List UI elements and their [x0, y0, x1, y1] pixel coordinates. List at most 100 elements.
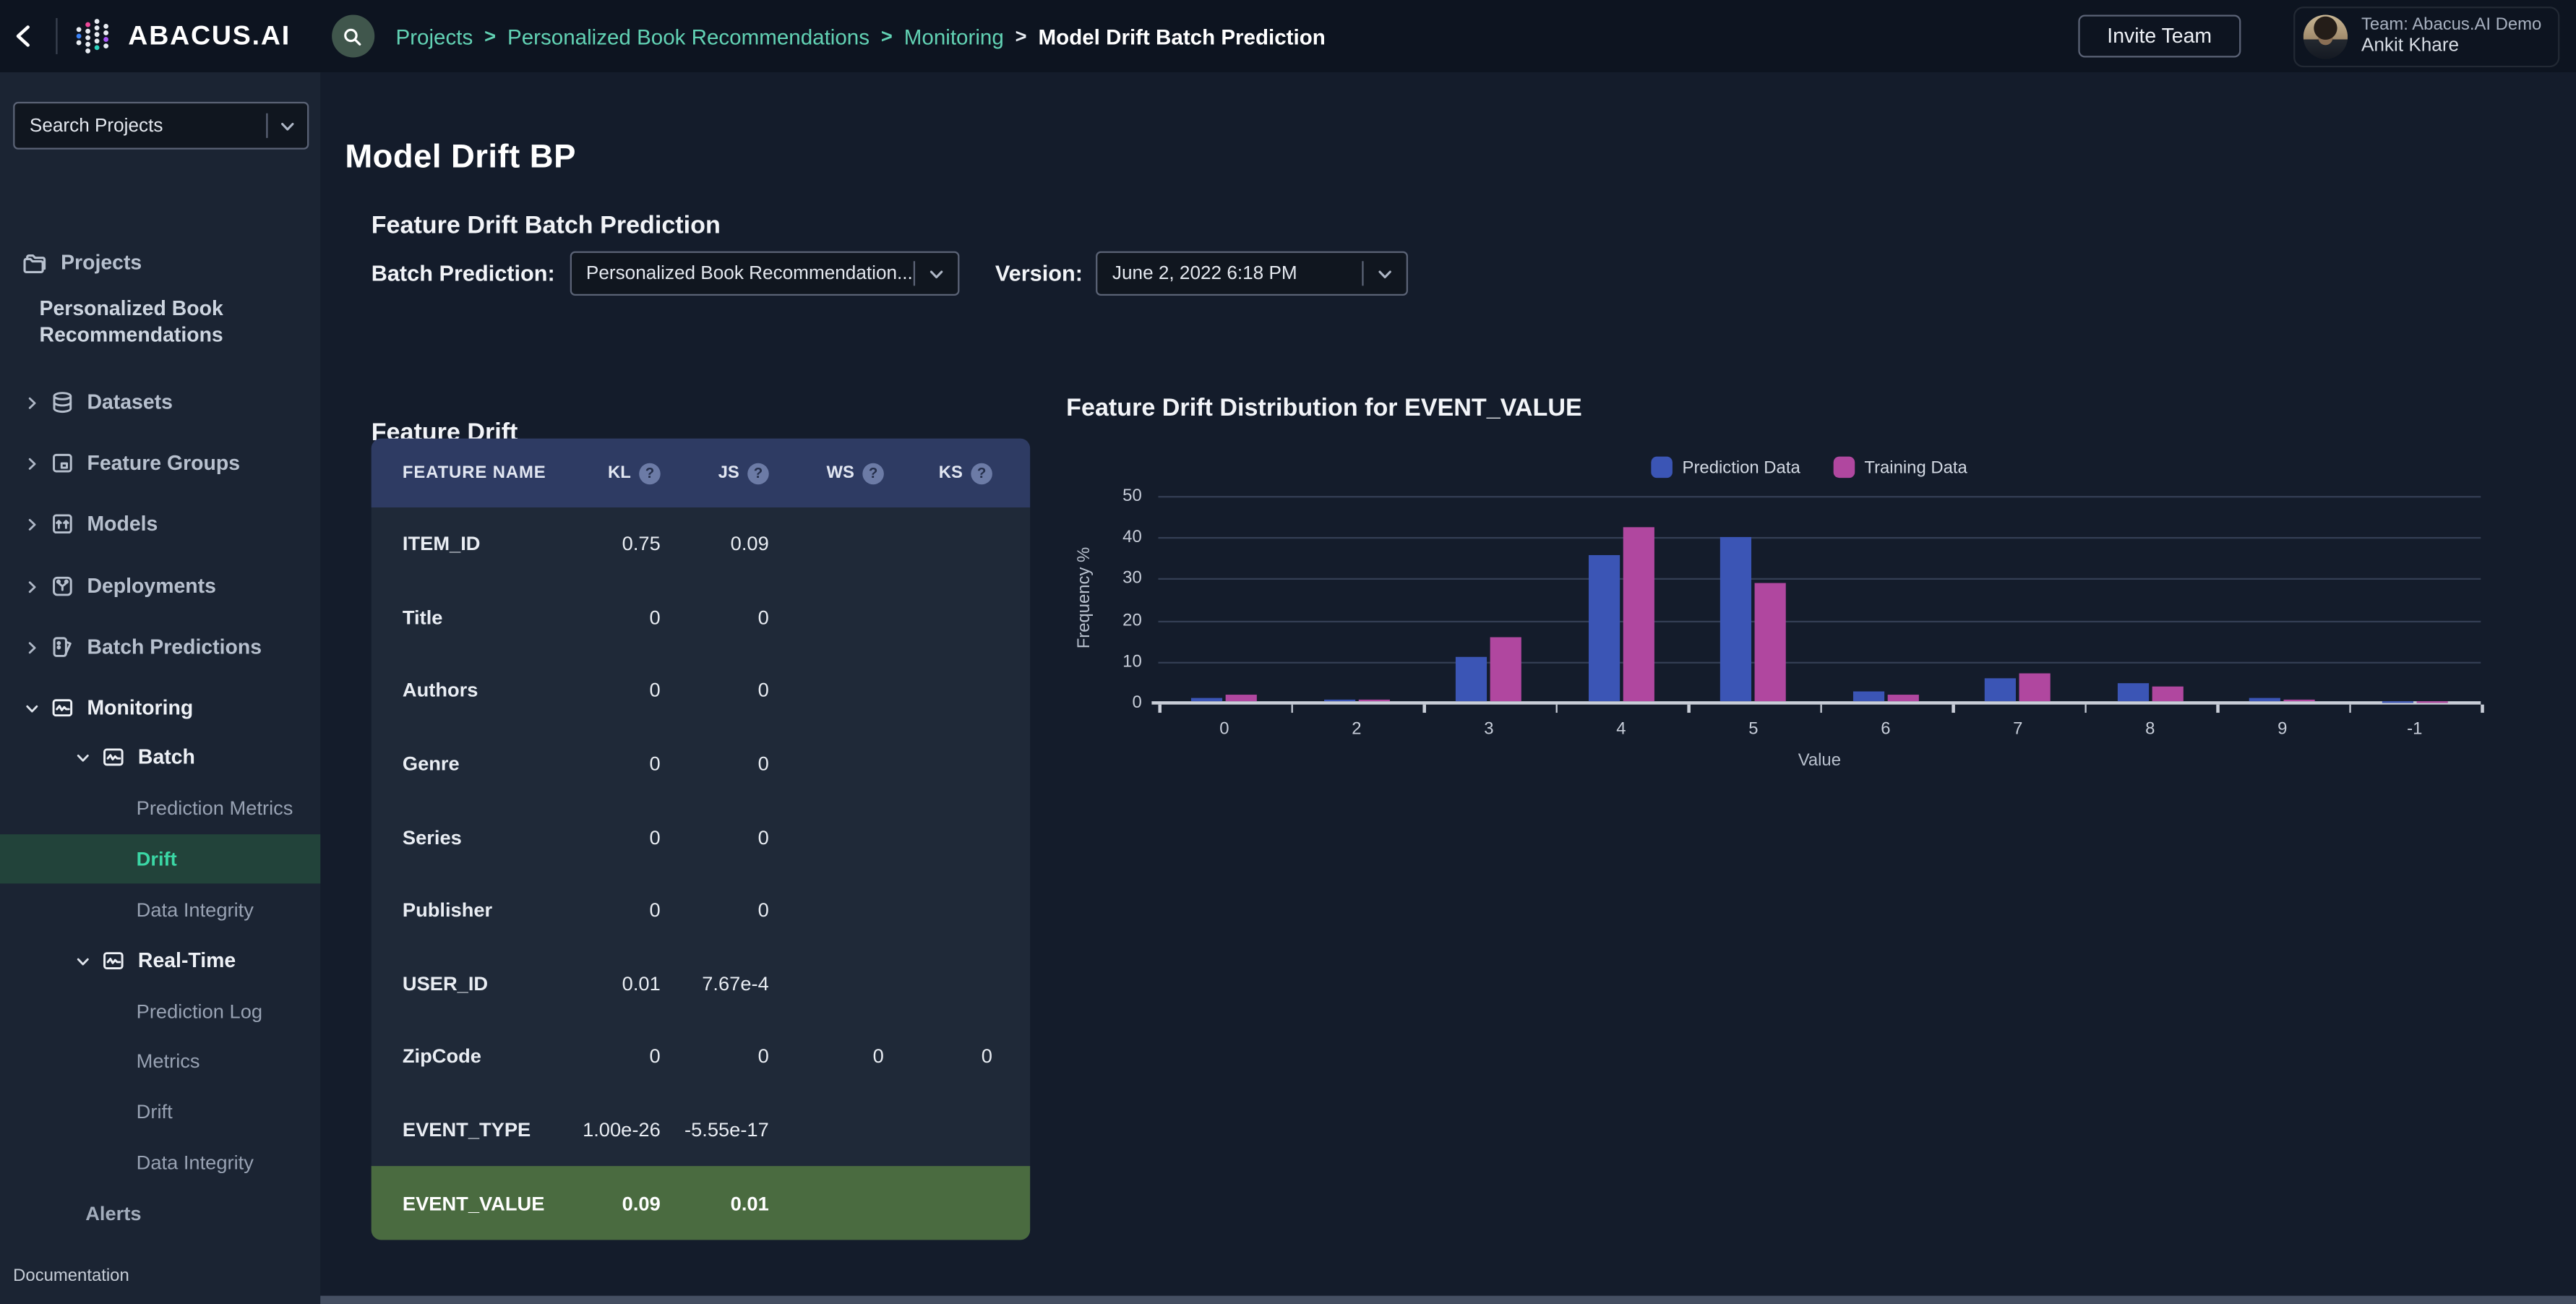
help-icon[interactable]: ?: [862, 463, 884, 484]
sidebar-item-batch-predictions[interactable]: Batch Predictions: [0, 622, 320, 672]
feature-drift-row-genre[interactable]: Genre00: [372, 727, 1030, 800]
sidebar-item-data-integrity[interactable]: Data Integrity: [0, 1138, 320, 1187]
bar-prediction-data-4: [1588, 554, 1619, 701]
back-icon[interactable]: [0, 22, 49, 51]
avatar: [2304, 14, 2348, 58]
bar-prediction-data-6: [1852, 692, 1884, 702]
search-icon[interactable]: [332, 14, 374, 57]
feature-drift-row-publisher[interactable]: Publisher00: [372, 874, 1030, 947]
chevron-down-icon[interactable]: [74, 952, 92, 970]
sidebar-item-batch[interactable]: Batch: [0, 732, 320, 781]
help-icon[interactable]: ?: [747, 463, 769, 484]
header-right: Invite Team Team: Abacus.AI Demo Ankit K…: [2077, 6, 2559, 67]
feature-drift-row-zipcode[interactable]: ZipCode0000: [372, 1020, 1030, 1093]
feature-drift-chart: Feature Drift Distribution for EVENT_VAL…: [1066, 394, 2496, 797]
bar-prediction-data-3: [1456, 657, 1487, 701]
chevron-right-icon[interactable]: [23, 515, 41, 533]
breadcrumb-item-projects[interactable]: Projects: [396, 24, 473, 48]
js-value: 0: [661, 825, 769, 849]
batch-prediction-select[interactable]: Personalized Book Recommendation...: [570, 252, 959, 296]
sidebar-item-feature-groups[interactable]: Feature Groups: [0, 439, 320, 488]
y-axis-label: Frequency %: [1075, 540, 1094, 655]
help-icon[interactable]: ?: [639, 463, 661, 484]
feature-name: USER_ID: [372, 972, 552, 995]
sidebar-item-datasets[interactable]: Datasets: [0, 378, 320, 427]
sidebar-item-label: Models: [87, 512, 158, 536]
feature-drift-row-series[interactable]: Series00: [372, 800, 1030, 873]
kl-value: 0.01: [552, 972, 661, 995]
section-title: Feature Drift Batch Prediction: [372, 213, 721, 241]
invite-team-button[interactable]: Invite Team: [2077, 14, 2241, 57]
sidebar-item-metrics[interactable]: Metrics: [0, 1037, 320, 1086]
help-icon[interactable]: ?: [971, 463, 992, 484]
user-menu[interactable]: Team: Abacus.AI Demo Ankit Khare: [2294, 6, 2560, 67]
sidebar-item-label: Feature Groups: [87, 452, 240, 475]
chevron-right-icon[interactable]: [23, 638, 41, 656]
sidebar-item-projects[interactable]: Projects: [0, 241, 320, 284]
sidebar-item-monitoring[interactable]: Monitoring: [0, 683, 320, 732]
feature-drift-table-body: ITEM_ID0.750.09Title00Authors00Genre00Se…: [372, 507, 1030, 1240]
feature-name: Publisher: [372, 898, 552, 922]
feature-drift-row-user_id[interactable]: USER_ID0.017.67e-4: [372, 947, 1030, 1020]
chevron-down-icon[interactable]: [23, 699, 41, 717]
feature-name: Authors: [372, 679, 552, 702]
bar-prediction-data-2: [1323, 699, 1354, 701]
sidebar-item-label: Prediction Metrics: [137, 797, 293, 820]
chevron-down-icon[interactable]: [74, 748, 92, 766]
bar-prediction-data-0: [1191, 698, 1222, 702]
kl-value: 0: [552, 825, 661, 849]
breadcrumb: Projects > Personalized Book Recommendatio…: [396, 24, 1326, 48]
sidebar-item-real-time[interactable]: Real-Time: [0, 936, 320, 985]
sidebar-item-models[interactable]: Models: [0, 499, 320, 549]
sidebar-item-label: Data Integrity: [137, 898, 254, 922]
sidebar-item-data-integrity[interactable]: Data Integrity: [0, 885, 320, 935]
search-projects-placeholder: Search Projects: [14, 116, 266, 135]
gridline: [1158, 496, 2481, 497]
version-select[interactable]: June 2, 2022 6:18 PM: [1096, 252, 1408, 296]
kl-value: 0: [552, 752, 661, 776]
bar-training-data-6: [1887, 695, 1918, 702]
sidebar-item-alerts[interactable]: Alerts: [0, 1189, 320, 1238]
bar-prediction-data-5: [1720, 537, 1751, 701]
breadcrumb-separator: >: [484, 25, 496, 48]
abacus-logo[interactable]: ABACUS.AI: [74, 17, 291, 56]
sidebar-item-drift[interactable]: Drift: [0, 1087, 320, 1136]
feature-drift-row-event_value[interactable]: EVENT_VALUE0.090.01: [372, 1167, 1030, 1240]
x-tick-mark: [1555, 705, 1557, 713]
breadcrumb-item-personalized-book-recommendations[interactable]: Personalized Book Recommendations: [507, 24, 870, 48]
feature-drift-row-authors[interactable]: Authors00: [372, 654, 1030, 727]
chevron-right-icon[interactable]: [23, 393, 41, 411]
sidebar-project-name[interactable]: Personalized Book Recommendations: [40, 296, 294, 348]
feature-drift-row-event_type[interactable]: EVENT_TYPE1.00e-26-5.55e-17: [372, 1094, 1030, 1167]
batch-prediction-value: Personalized Book Recommendation...: [571, 264, 913, 283]
sidebar-item-prediction-metrics[interactable]: Prediction Metrics: [0, 784, 320, 833]
search-projects-select[interactable]: Search Projects: [13, 102, 309, 150]
kl-value: 0: [552, 898, 661, 922]
top-header: ABACUS.AI Projects > Personalized Book Rec…: [0, 0, 2576, 72]
x-tick-mark: [1819, 705, 1821, 713]
chevron-right-icon[interactable]: [23, 454, 41, 472]
x-tick-mark: [1687, 705, 1689, 713]
chevron-down-icon: [1364, 264, 1407, 283]
breadcrumb-item-monitoring[interactable]: Monitoring: [904, 24, 1004, 48]
js-value: 0: [661, 606, 769, 629]
y-tick-label: 50: [1066, 486, 1142, 506]
documentation-link[interactable]: Documentation: [13, 1266, 129, 1286]
sidebar-item-prediction-log[interactable]: Prediction Log: [0, 987, 320, 1036]
sidebar-item-drift[interactable]: Drift: [0, 834, 320, 883]
x-tick-mark: [2084, 705, 2086, 713]
bar-training-data-9: [2284, 700, 2315, 701]
folder-icon: [20, 249, 48, 277]
feature-drift-row-title[interactable]: Title00: [372, 580, 1030, 653]
monitoring-icon: [100, 948, 126, 974]
bar-training-data-2: [1358, 700, 1389, 701]
kl-value: 0.75: [552, 533, 661, 556]
feature-drift-row-item_id[interactable]: ITEM_ID0.750.09: [372, 507, 1030, 580]
gridline: [1158, 620, 2481, 622]
sidebar: Search Projects Projects Personalized Bo…: [0, 72, 320, 1304]
ws-value: 0: [769, 1045, 884, 1068]
column-header-feature-name: FEATURE NAME: [372, 463, 552, 483]
horizontal-scrollbar[interactable]: [0, 1296, 2576, 1304]
sidebar-item-deployments[interactable]: Deployments: [0, 562, 320, 611]
chevron-right-icon[interactable]: [23, 578, 41, 596]
